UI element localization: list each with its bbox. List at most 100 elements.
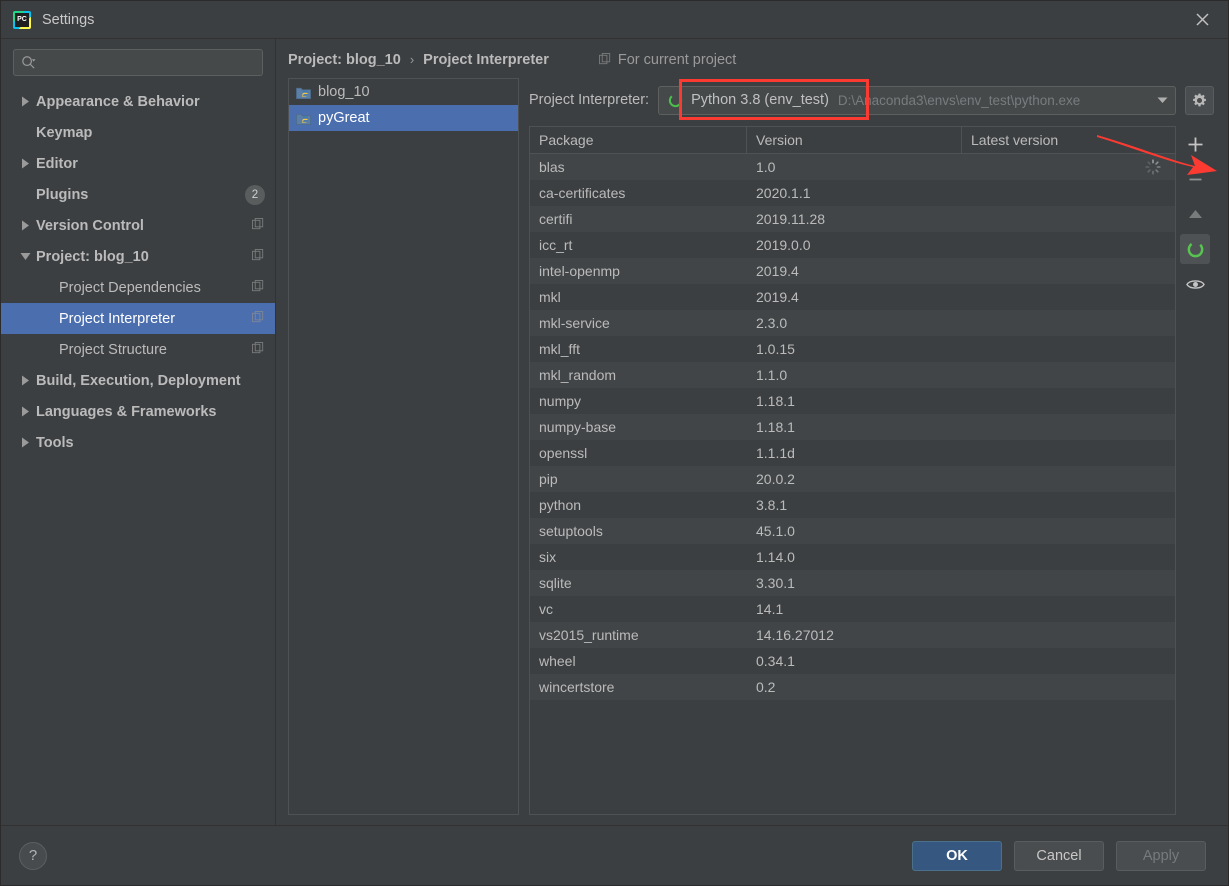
cell-package-name: vc: [530, 601, 747, 617]
sidebar-item-project-blog-10[interactable]: Project: blog_10: [1, 241, 275, 272]
sidebar-item-tools[interactable]: Tools: [1, 427, 275, 458]
cell-version: 1.1.0: [747, 367, 962, 383]
chevron-right-icon[interactable]: [19, 158, 32, 169]
table-row[interactable]: python3.8.1: [530, 492, 1175, 518]
copy-icon: [252, 249, 265, 265]
cancel-button[interactable]: Cancel: [1014, 841, 1104, 871]
cell-package-name: numpy-base: [530, 419, 747, 435]
table-row[interactable]: six1.14.0: [530, 544, 1175, 570]
table-row[interactable]: intel-openmp2019.4: [530, 258, 1175, 284]
cell-package-name: openssl: [530, 445, 747, 461]
search-box[interactable]: [13, 49, 263, 76]
sidebar-item-label: Tools: [36, 435, 265, 451]
breadcrumb-parent[interactable]: Project: blog_10: [288, 52, 401, 68]
interpreter-pane: Project Interpreter: Python 3.8 (env_tes…: [519, 74, 1214, 825]
show-early-releases-button[interactable]: [1180, 269, 1210, 299]
sidebar-item-label: Project Dependencies: [59, 280, 252, 296]
table-row[interactable]: vs2015_runtime14.16.27012: [530, 622, 1175, 648]
sidebar-item-build-execution-deployment[interactable]: Build, Execution, Deployment: [1, 365, 275, 396]
cell-package-name: mkl_random: [530, 367, 747, 383]
cell-version: 1.0: [747, 159, 962, 175]
table-row[interactable]: pip20.0.2: [530, 466, 1175, 492]
cell-version: 2019.0.0: [747, 237, 962, 253]
chevron-right-icon[interactable]: [19, 220, 32, 231]
copy-icon: [252, 342, 265, 358]
search-wrapper: [1, 49, 275, 86]
table-row[interactable]: ca-certificates2020.1.1: [530, 180, 1175, 206]
chevron-right-icon[interactable]: [19, 406, 32, 417]
chevron-down-icon[interactable]: [1149, 97, 1175, 104]
help-button[interactable]: ?: [19, 842, 47, 870]
close-icon: [1195, 12, 1210, 27]
column-header-package[interactable]: Package: [530, 127, 747, 153]
table-row[interactable]: certifi2019.11.28: [530, 206, 1175, 232]
interpreter-settings-button[interactable]: [1185, 86, 1214, 115]
sidebar-item-project-structure[interactable]: Project Structure: [1, 334, 275, 365]
table-row[interactable]: numpy1.18.1: [530, 388, 1175, 414]
sidebar-item-project-dependencies[interactable]: Project Dependencies: [1, 272, 275, 303]
sidebar-item-plugins[interactable]: Plugins2: [1, 179, 275, 210]
add-package-button[interactable]: [1180, 129, 1210, 159]
table-row[interactable]: icc_rt2019.0.0: [530, 232, 1175, 258]
sidebar-item-project-interpreter[interactable]: Project Interpreter: [1, 303, 275, 334]
sidebar-item-languages-frameworks[interactable]: Languages & Frameworks: [1, 396, 275, 427]
content-panes: blog_10 pyGreat Project Interpreter: Pyth…: [288, 74, 1214, 825]
chevron-right-icon[interactable]: [19, 375, 32, 386]
loading-spinner-icon: [1145, 159, 1161, 175]
cell-version: 1.14.0: [747, 549, 962, 565]
packages-table-body: blas1.0ca-certificates2020.1.1certifi201…: [530, 154, 1175, 814]
refresh-packages-button[interactable]: [1180, 234, 1210, 264]
cell-version: 2020.1.1: [747, 185, 962, 201]
column-header-version[interactable]: Version: [747, 127, 962, 153]
interpreter-combobox[interactable]: Python 3.8 (env_test) D:\Anaconda3\envs\…: [658, 86, 1176, 115]
interpreter-path: D:\Anaconda3\envs\env_test\python.exe: [838, 93, 1149, 108]
cell-package-name: numpy: [530, 393, 747, 409]
column-header-latest-version[interactable]: Latest version: [962, 127, 1175, 153]
chevron-right-icon[interactable]: [19, 96, 32, 107]
apply-button[interactable]: Apply: [1116, 841, 1206, 871]
copy-icon: [252, 311, 265, 327]
close-button[interactable]: [1176, 1, 1228, 38]
table-row[interactable]: blas1.0: [530, 154, 1175, 180]
chevron-right-icon[interactable]: [19, 437, 32, 448]
cell-version: 2019.4: [747, 289, 962, 305]
search-input[interactable]: [40, 54, 255, 71]
cell-version: 14.16.27012: [747, 627, 962, 643]
sidebar-item-keymap[interactable]: Keymap: [1, 117, 275, 148]
table-row[interactable]: setuptools45.1.0: [530, 518, 1175, 544]
interpreter-label: Project Interpreter:: [529, 92, 649, 108]
project-list-item-blog-10[interactable]: blog_10: [289, 79, 518, 105]
project-list-item-label: blog_10: [318, 84, 370, 100]
project-list-item-pygreat[interactable]: pyGreat: [289, 105, 518, 131]
dialog-footer: ? OK Cancel Apply: [1, 825, 1228, 885]
cell-package-name: blas: [530, 159, 747, 175]
table-row[interactable]: mkl2019.4: [530, 284, 1175, 310]
cell-package-name: mkl: [530, 289, 747, 305]
table-row[interactable]: sqlite3.30.1: [530, 570, 1175, 596]
upgrade-package-button[interactable]: [1180, 199, 1210, 229]
sidebar-item-label: Project Interpreter: [59, 311, 252, 327]
chevron-down-icon[interactable]: [19, 252, 32, 261]
cell-version: 1.1.1d: [747, 445, 962, 461]
breadcrumb: Project: blog_10 › Project Interpreter F…: [288, 39, 1214, 74]
project-list-item-label: pyGreat: [318, 110, 370, 126]
ok-button[interactable]: OK: [912, 841, 1002, 871]
sidebar-item-version-control[interactable]: Version Control: [1, 210, 275, 241]
cell-version: 1.0.15: [747, 341, 962, 357]
sidebar-item-appearance-behavior[interactable]: Appearance & Behavior: [1, 86, 275, 117]
cell-version: 0.34.1: [747, 653, 962, 669]
project-list: blog_10 pyGreat: [288, 78, 519, 815]
for-current-project-label: For current project: [599, 52, 736, 68]
table-row[interactable]: wincertstore0.2: [530, 674, 1175, 700]
sidebar-item-editor[interactable]: Editor: [1, 148, 275, 179]
table-row[interactable]: mkl_random1.1.0: [530, 362, 1175, 388]
table-row[interactable]: mkl_fft1.0.15: [530, 336, 1175, 362]
table-row[interactable]: numpy-base1.18.1: [530, 414, 1175, 440]
table-row[interactable]: openssl1.1.1d: [530, 440, 1175, 466]
cell-package-name: wheel: [530, 653, 747, 669]
table-row[interactable]: vc14.1: [530, 596, 1175, 622]
table-row[interactable]: mkl-service2.3.0: [530, 310, 1175, 336]
plus-icon: [1187, 136, 1204, 153]
remove-package-button[interactable]: [1180, 164, 1210, 194]
table-row[interactable]: wheel0.34.1: [530, 648, 1175, 674]
